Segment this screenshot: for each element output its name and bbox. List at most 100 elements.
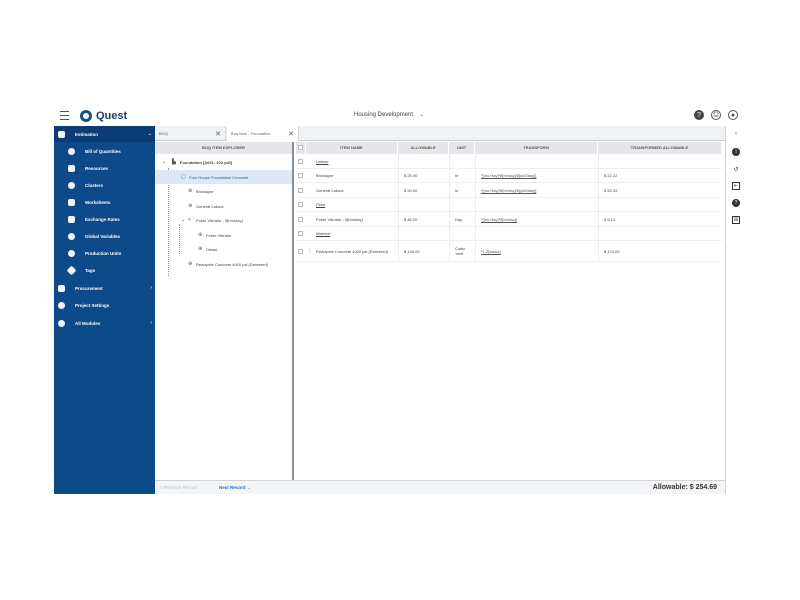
sidebar-item-worksheets[interactable]: Worksheets — [54, 194, 155, 210]
table-row[interactable]: Plant — [296, 198, 722, 212]
project-selector[interactable]: Housing Development ⌄ — [354, 111, 425, 119]
sidebar-item-estimation[interactable]: Estimation ⌄ — [54, 126, 155, 142]
explorer-title: BOQ ITEM EXPLORER — [155, 142, 292, 154]
app-name: Quest — [96, 110, 128, 122]
item-name-cell: Bricklayer — [316, 173, 334, 178]
pie-icon — [68, 147, 75, 155]
table-row[interactable]: Poker Vibrator - 5[hrs/day] $ 46.20 Day … — [296, 212, 722, 227]
tree-node-diesel[interactable]: ⊕ Diesel — [155, 242, 292, 256]
chevron-down-icon: ⌄ — [419, 112, 425, 118]
unit-cell: hr — [455, 187, 459, 193]
resource-icon: ⊕ — [188, 203, 193, 209]
tree-node-poker-vibrator[interactable]: ⊕ Poker Vibrator — [155, 228, 292, 242]
tree-node-poker-vibrator-group[interactable]: ⌄ < Poker Vibrator - 5[hrs/day] — [155, 213, 292, 227]
table-row[interactable]: Material — [296, 227, 722, 241]
resource-icon: ⊕ — [198, 246, 203, 252]
allowable-cell: $ 25.00 — [404, 173, 418, 178]
column-header-unit[interactable]: UNIT — [449, 142, 475, 154]
sidebar-item-tags[interactable]: Tags — [54, 262, 155, 278]
top-header: Quest Housing Development ⌄ ? ⎙ ● — [54, 106, 746, 126]
help-icon[interactable]: ? — [694, 110, 704, 120]
transformed-allowable-cell: $ 174.00 — [604, 248, 620, 254]
unit-cell: Cubic Yard — [455, 246, 466, 256]
table-row[interactable]: Labour — [296, 154, 722, 169]
column-header-item-name[interactable]: ITEM NAME — [306, 142, 398, 154]
history-icon[interactable]: ↺ — [732, 165, 740, 173]
sidebar-item-clusters[interactable]: Clusters — [54, 177, 155, 193]
right-rail: ‹ i ↺ ⇤ ? ⊞ — [725, 126, 746, 494]
resource-icon: ⊕ — [188, 261, 193, 267]
document-icon: ▢ — [181, 174, 186, 180]
sidebar-item-global-variables[interactable]: Global Variables — [54, 228, 155, 244]
select-all-cell — [296, 142, 306, 154]
group-label: Plant — [316, 202, 326, 207]
table-row[interactable]: General Labour $ 20.00 hr *[[no.Hay]*8[h… — [296, 183, 722, 198]
close-icon[interactable]: ✕ — [215, 130, 221, 138]
row-checkbox[interactable] — [298, 173, 303, 178]
grid-header: ITEM NAME ALLOWABLE UNIT TRANSFORM TRANS… — [296, 142, 722, 154]
user-icon[interactable]: ● — [728, 110, 738, 120]
table-row[interactable]: ⋮ Readymix Concrete 4000 psi (Delivered)… — [296, 241, 722, 262]
next-record-link[interactable]: Next Record → — [219, 485, 251, 490]
help-icon[interactable]: ? — [732, 199, 740, 207]
row-checkbox[interactable] — [298, 202, 303, 207]
hamburger-menu-icon[interactable] — [60, 111, 69, 120]
globe-icon — [68, 232, 75, 240]
sidebar-item-all-modules[interactable]: All Modules › — [54, 315, 155, 331]
transformed-allowable-cell: $ 22.22 — [604, 173, 618, 178]
tree-node-foundation[interactable]: ⌄ ▙ Foundation [A001; 102 yd3] — [155, 155, 292, 169]
cart-icon — [58, 284, 65, 292]
tree-node-general-labour[interactable]: ⊕ General Labour — [155, 199, 292, 213]
collapse-icon[interactable]: ⌄ — [181, 217, 185, 223]
app-logo: Quest — [80, 109, 127, 123]
info-icon[interactable]: i — [732, 148, 740, 156]
resource-icon: ⊕ — [198, 232, 203, 238]
collapse-icon[interactable]: ⌄ — [162, 159, 166, 165]
sidebar-item-bill-of-quantities[interactable]: Bill of Quantities — [54, 143, 155, 159]
previous-record-link[interactable]: < Previous Record — [160, 485, 197, 490]
select-all-checkbox[interactable] — [298, 145, 303, 150]
row-checkbox[interactable] — [298, 158, 303, 164]
item-name-cell: Poker Vibrator - 5[hrs/day] — [316, 216, 363, 222]
tab-bar: BOQ ✕ Boq Item - Foundation ✕ — [155, 126, 725, 141]
tree-node-four-house-foundation-concrete[interactable]: ▢ Four House Foundation Concrete — [155, 170, 292, 184]
tab-boq[interactable]: BOQ ✕ — [155, 126, 226, 141]
transformed-allowable-cell: $ 53.33 — [604, 187, 618, 193]
print-icon[interactable]: ⎙ — [711, 110, 721, 120]
tab-boq-item-foundation[interactable]: Boq Item - Foundation ✕ — [227, 126, 299, 141]
tree-node-readymix-concrete[interactable]: ⊕ Readymix Concrete 4000 psi (Delivered) — [155, 257, 292, 271]
sidebar-item-resources[interactable]: Resources — [54, 160, 155, 176]
export-icon[interactable]: ⊞ — [732, 216, 740, 224]
chevron-right-icon: › — [150, 285, 152, 291]
row-checkbox[interactable] — [298, 231, 303, 236]
people-icon — [68, 164, 75, 172]
exchange-icon — [68, 215, 75, 223]
share-icon: < — [188, 217, 191, 223]
transform-cell[interactable]: *[[no.Hay]*8[hr/day]/8[yd3/day]] — [477, 183, 536, 197]
group-label: Labour — [316, 158, 329, 164]
unit-cell: Day — [455, 216, 463, 222]
tree-node-bricklayer[interactable]: ⊕ Bricklayer — [155, 184, 292, 198]
close-icon[interactable]: ✕ — [288, 130, 294, 138]
header-icons: ? ⎙ ● — [694, 110, 738, 120]
row-checkbox[interactable] — [298, 187, 303, 193]
sidebar-item-procurement[interactable]: Procurement › — [54, 280, 155, 296]
import-icon[interactable]: ⇤ — [732, 182, 740, 190]
sidebar-item-exchange-rates[interactable]: Exchange Rates — [54, 211, 155, 227]
column-header-allowable[interactable]: ALLOWABLE — [398, 142, 449, 154]
project-name: Housing Development — [354, 111, 414, 118]
sidebar-item-production-units[interactable]: Production Units — [54, 245, 155, 261]
column-header-transformed-allowable[interactable]: TRANSFORMED ALLOWABLE — [598, 142, 722, 154]
settings-icon — [58, 301, 65, 309]
collapse-icon[interactable]: ‹ — [732, 130, 740, 138]
column-header-transform[interactable]: TRANSFORM — [475, 142, 598, 154]
transform-cell[interactable]: *[[no.Hay]*8[hr/day]/8[yd3/day]] — [477, 169, 536, 182]
row-checkbox[interactable] — [298, 216, 303, 222]
sidebar-item-project-settings[interactable]: Project Settings — [54, 297, 155, 313]
transform-cell[interactable]: *1.2[waste] — [477, 241, 501, 261]
table-row[interactable]: Bricklayer $ 25.00 hr *[[no.Hay]*8[hr/da… — [296, 169, 722, 183]
row-checkbox[interactable] — [298, 248, 303, 254]
app-window: Quest Housing Development ⌄ ? ⎙ ● Estima… — [54, 106, 746, 494]
chevron-down-icon: ⌄ — [147, 131, 152, 137]
transform-cell[interactable]: *[[no.Hay]*5[hr/day]] — [477, 212, 517, 226]
